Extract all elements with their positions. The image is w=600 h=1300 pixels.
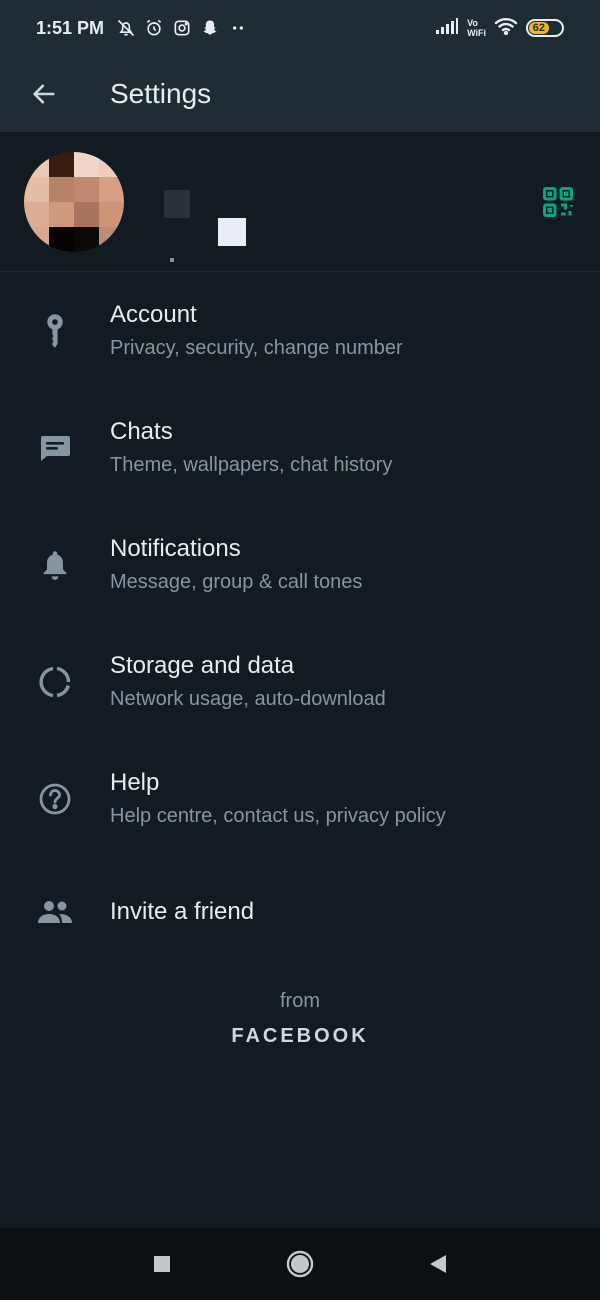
avatar[interactable] xyxy=(24,151,124,252)
bell-off-icon xyxy=(116,18,136,38)
menu-item-label: Help xyxy=(110,769,160,796)
volte-wifi-icon: Vo WiFi xyxy=(467,18,486,38)
status-right-icons: Vo WiFi 62 xyxy=(435,17,564,40)
help-icon xyxy=(0,782,110,816)
menu-item-label: Notifications xyxy=(110,535,241,562)
menu-item-label: Invite a friend xyxy=(110,898,255,925)
status-bar: 1:51 PM Vo WiFi 62 xyxy=(0,0,600,56)
volte-line1: Vo xyxy=(467,18,478,28)
settings-menu: Account Privacy, security, change number… xyxy=(0,272,600,967)
volte-line2: WiFi xyxy=(467,28,486,38)
signal-icon xyxy=(435,17,459,40)
alarm-icon xyxy=(144,18,164,38)
menu-item-storage[interactable]: Storage and data Network usage, auto-dow… xyxy=(0,623,600,740)
menu-item-invite[interactable]: Invite a friend xyxy=(0,857,600,967)
home-button[interactable] xyxy=(280,1244,320,1284)
app-bar: Settings xyxy=(0,56,600,132)
menu-item-label: Chats xyxy=(110,418,173,445)
menu-item-subtitle: Network usage, auto-download xyxy=(110,688,386,710)
back-button[interactable] xyxy=(0,56,88,132)
wifi-icon xyxy=(494,17,518,40)
profile-section[interactable] xyxy=(0,132,600,272)
menu-item-subtitle: Help centre, contact us, privacy policy xyxy=(110,805,446,827)
system-nav-bar xyxy=(0,1228,600,1300)
qr-code-button[interactable] xyxy=(540,184,576,220)
back-nav-button[interactable] xyxy=(418,1244,458,1284)
menu-item-subtitle: Message, group & call tones xyxy=(110,571,363,593)
menu-item-account[interactable]: Account Privacy, security, change number xyxy=(0,272,600,389)
menu-item-subtitle: Privacy, security, change number xyxy=(110,337,403,359)
instagram-icon xyxy=(172,18,192,38)
triangle-back-icon xyxy=(430,1255,446,1273)
recents-button[interactable] xyxy=(142,1244,182,1284)
menu-item-label: Account xyxy=(110,301,197,328)
footer: from FACEBOOK xyxy=(0,990,600,1048)
battery-level: 62 xyxy=(529,22,549,34)
bell-icon xyxy=(0,549,110,581)
profile-name-redacted xyxy=(148,162,268,262)
more-dots-icon xyxy=(228,18,248,38)
arrow-left-icon xyxy=(33,84,55,104)
footer-from: from xyxy=(280,990,320,1012)
footer-brand: FACEBOOK xyxy=(231,1025,369,1047)
people-icon xyxy=(0,899,110,925)
battery-icon: 62 xyxy=(526,19,564,37)
page-title: Settings xyxy=(110,78,212,109)
menu-item-label: Storage and data xyxy=(110,652,295,679)
menu-item-chats[interactable]: Chats Theme, wallpapers, chat history xyxy=(0,389,600,506)
status-left-icons xyxy=(116,18,248,38)
menu-item-subtitle: Theme, wallpapers, chat history xyxy=(110,454,393,476)
key-icon xyxy=(0,313,110,349)
square-icon xyxy=(154,1256,170,1272)
qr-code-icon xyxy=(543,186,573,217)
status-time: 1:51 PM xyxy=(36,17,105,38)
circle-icon xyxy=(286,1250,314,1278)
storage-icon xyxy=(0,665,110,699)
menu-item-notifications[interactable]: Notifications Message, group & call tone… xyxy=(0,506,600,623)
menu-item-help[interactable]: Help Help centre, contact us, privacy po… xyxy=(0,740,600,857)
snapchat-icon xyxy=(200,18,220,38)
chat-icon xyxy=(0,434,110,462)
